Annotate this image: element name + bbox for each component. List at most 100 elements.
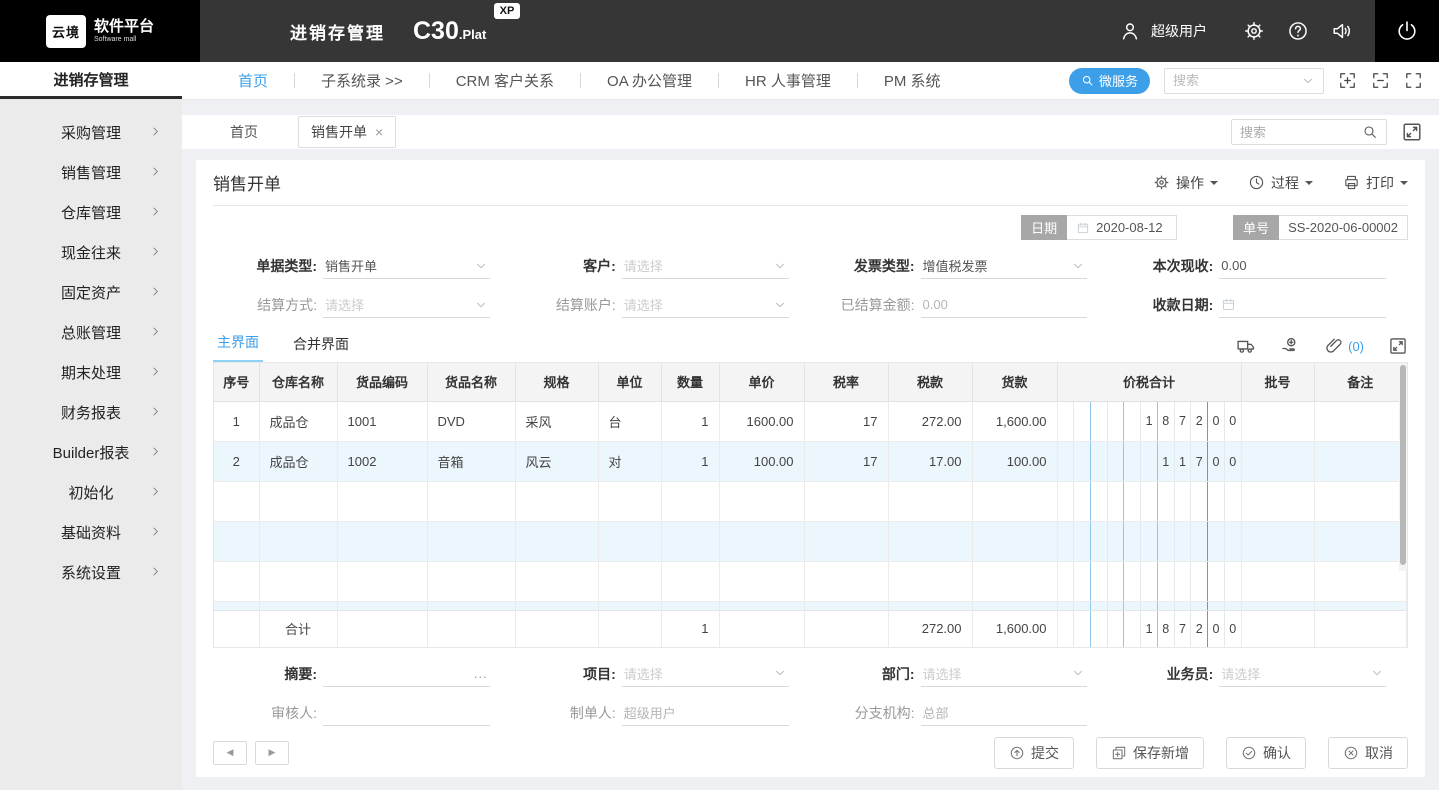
cash-received-input[interactable]: 0.00 bbox=[1219, 253, 1386, 279]
date-input[interactable]: 2020-08-12 bbox=[1067, 215, 1178, 240]
cell-tax-rate[interactable]: 17 bbox=[804, 401, 889, 442]
cell-qty[interactable]: 1 bbox=[661, 401, 720, 442]
next-record-button[interactable]: ▶ bbox=[255, 740, 289, 765]
cell-price[interactable]: 100.00 bbox=[719, 441, 805, 482]
customer-select[interactable]: 请选择 bbox=[621, 253, 789, 279]
process-menu-button[interactable]: 过程 bbox=[1248, 173, 1313, 193]
summary-input[interactable]: ... bbox=[323, 661, 490, 687]
cell-unit[interactable]: 对 bbox=[598, 441, 662, 482]
cell-name[interactable]: 音箱 bbox=[427, 441, 516, 482]
delivery-truck-icon[interactable] bbox=[1236, 336, 1256, 356]
nav-search-input[interactable] bbox=[1173, 73, 1301, 88]
sidebar-item-cash[interactable]: 现金往来 bbox=[0, 232, 182, 272]
nav-search-select[interactable] bbox=[1164, 67, 1324, 94]
doc-type-select[interactable]: 销售开单 bbox=[323, 253, 490, 279]
tab-sales-order[interactable]: 销售开单 × bbox=[298, 116, 397, 148]
cell-name[interactable]: DVD bbox=[427, 401, 516, 442]
hand-coin-icon[interactable] bbox=[1280, 336, 1300, 356]
cell-tax[interactable]: 272.00 bbox=[888, 401, 973, 442]
help-icon[interactable] bbox=[1287, 20, 1309, 42]
ellipsis-more-icon[interactable]: ... bbox=[474, 666, 488, 681]
cell-batch[interactable] bbox=[1241, 441, 1315, 482]
sidebar-item-builder-report[interactable]: Builder报表 bbox=[0, 432, 182, 472]
cell-batch[interactable] bbox=[1241, 401, 1315, 442]
logout-power-icon[interactable] bbox=[1375, 0, 1439, 62]
user-icon[interactable] bbox=[1119, 20, 1141, 42]
grid-row-2[interactable]: 2 成品仓 1002 音箱 风云 对 1 100.00 17 17.00 100… bbox=[214, 441, 1407, 482]
sidebar-item-sales[interactable]: 销售管理 bbox=[0, 152, 182, 192]
cell-warehouse[interactable]: 成品仓 bbox=[259, 441, 338, 482]
settle-method-select[interactable]: 请选择 bbox=[323, 292, 490, 318]
invoice-type-select[interactable]: 增值税发票 bbox=[920, 253, 1088, 279]
cell-spec[interactable]: 采风 bbox=[515, 401, 599, 442]
print-menu-button[interactable]: 打印 bbox=[1343, 173, 1408, 193]
zoom-out-bracket-icon[interactable] bbox=[1371, 71, 1390, 90]
settle-account-select[interactable]: 请选择 bbox=[621, 292, 789, 318]
creator-input[interactable]: 超级用户 bbox=[621, 700, 789, 726]
cell-remark[interactable] bbox=[1314, 401, 1407, 442]
grid-row-empty[interactable] bbox=[214, 521, 1407, 562]
cell-qty[interactable]: 1 bbox=[661, 441, 720, 482]
grid-row-empty[interactable] bbox=[214, 601, 1407, 610]
tab-search-box[interactable] bbox=[1231, 119, 1387, 145]
sidebar-item-period-end[interactable]: 期末处理 bbox=[0, 352, 182, 392]
sidebar-item-fixed-assets[interactable]: 固定资产 bbox=[0, 272, 182, 312]
cell-warehouse[interactable]: 成品仓 bbox=[259, 401, 338, 442]
sidebar-item-warehouse[interactable]: 仓库管理 bbox=[0, 192, 182, 232]
nav-item-pm[interactable]: PM 系统 bbox=[858, 70, 967, 91]
sidebar-item-ledger[interactable]: 总账管理 bbox=[0, 312, 182, 352]
salesman-select[interactable]: 请选择 bbox=[1219, 661, 1386, 687]
cell-code[interactable]: 1002 bbox=[337, 441, 428, 482]
nav-item-hr[interactable]: HR 人事管理 bbox=[719, 70, 857, 91]
cell-remark[interactable] bbox=[1314, 441, 1407, 482]
auditor-input[interactable] bbox=[323, 700, 490, 726]
sidebar-item-finance-report[interactable]: 财务报表 bbox=[0, 392, 182, 432]
branch-input[interactable]: 总部 bbox=[920, 700, 1088, 726]
sidebar-item-init[interactable]: 初始化 bbox=[0, 472, 182, 512]
search-icon[interactable] bbox=[1362, 124, 1378, 140]
nav-item-home[interactable]: 首页 bbox=[212, 70, 294, 91]
receipt-date-input[interactable] bbox=[1219, 292, 1386, 318]
cell-amount[interactable]: 1,600.00 bbox=[972, 401, 1058, 442]
cell-spec[interactable]: 风云 bbox=[515, 441, 599, 482]
scrollbar-thumb[interactable] bbox=[1400, 365, 1406, 565]
grid-body-viewport[interactable]: 1 成品仓 1001 DVD 采风 台 1 1600.00 17 272.00 … bbox=[214, 363, 1407, 610]
cell-tax[interactable]: 17.00 bbox=[888, 441, 973, 482]
sidebar-item-purchase[interactable]: 采购管理 bbox=[0, 112, 182, 152]
cell-price[interactable]: 1600.00 bbox=[719, 401, 805, 442]
username[interactable]: 超级用户 bbox=[1151, 21, 1207, 41]
close-icon[interactable]: × bbox=[375, 124, 383, 140]
docno-input[interactable]: SS-2020-06-00002 bbox=[1279, 215, 1408, 240]
submit-button[interactable]: 提交 bbox=[994, 736, 1074, 769]
nav-item-oa[interactable]: OA 办公管理 bbox=[581, 70, 718, 91]
confirm-button[interactable]: 确认 bbox=[1226, 736, 1306, 769]
announcement-speaker-icon[interactable] bbox=[1331, 20, 1353, 42]
fullscreen-bracket-icon[interactable] bbox=[1404, 71, 1423, 90]
zoom-in-bracket-icon[interactable] bbox=[1338, 71, 1357, 90]
expand-window-icon[interactable] bbox=[1401, 121, 1423, 143]
department-select[interactable]: 请选择 bbox=[920, 661, 1088, 687]
save-and-new-button[interactable]: 保存新增 bbox=[1096, 736, 1204, 769]
cell-unit[interactable]: 台 bbox=[598, 401, 662, 442]
grid-row-1[interactable]: 1 成品仓 1001 DVD 采风 台 1 1600.00 17 272.00 … bbox=[214, 401, 1407, 442]
tab-merged-view[interactable]: 合并界面 bbox=[289, 334, 353, 362]
nav-item-crm[interactable]: CRM 客户关系 bbox=[430, 70, 580, 91]
sidebar-item-system-settings[interactable]: 系统设置 bbox=[0, 552, 182, 592]
tab-search-input[interactable] bbox=[1240, 124, 1362, 140]
cell-tax-rate[interactable]: 17 bbox=[804, 441, 889, 482]
grid-row-empty[interactable] bbox=[214, 561, 1407, 602]
tab-main-view[interactable]: 主界面 bbox=[213, 332, 263, 362]
cell-amount[interactable]: 100.00 bbox=[972, 441, 1058, 482]
project-select[interactable]: 请选择 bbox=[621, 661, 789, 687]
logo[interactable]: 云境 软件平台 Software mall bbox=[0, 0, 200, 62]
tab-home[interactable]: 首页 bbox=[230, 122, 258, 142]
settings-gear-icon[interactable] bbox=[1243, 20, 1265, 42]
grid-row-empty[interactable] bbox=[214, 481, 1407, 522]
settled-amount-input[interactable]: 0.00 bbox=[920, 292, 1088, 318]
cell-code[interactable]: 1001 bbox=[337, 401, 428, 442]
prev-record-button[interactable]: ◀ bbox=[213, 740, 247, 765]
expand-grid-icon[interactable] bbox=[1388, 336, 1408, 356]
nav-item-subsystems[interactable]: 子系统录 >> bbox=[295, 70, 429, 91]
operate-menu-button[interactable]: 操作 bbox=[1153, 173, 1218, 193]
grid-vertical-scrollbar[interactable] bbox=[1399, 363, 1407, 571]
